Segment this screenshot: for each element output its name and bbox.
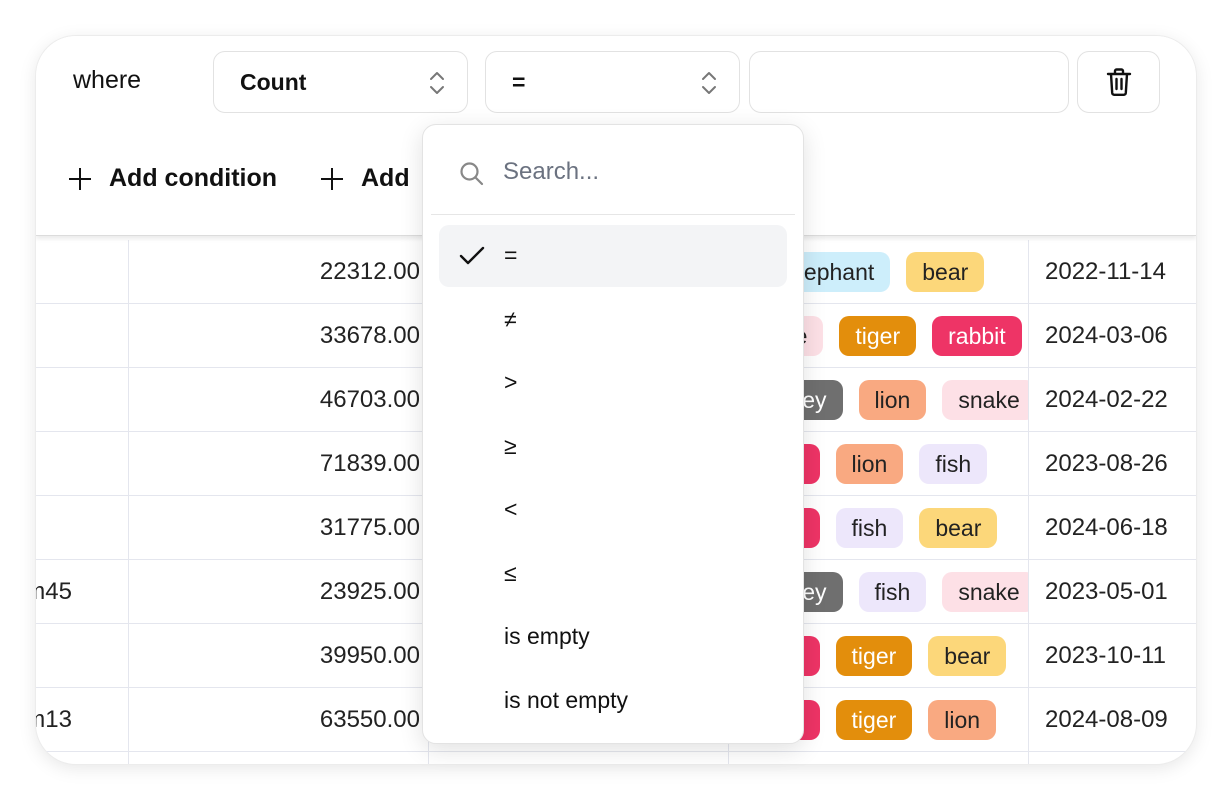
- search-placeholder: Search...: [503, 158, 600, 185]
- search-icon: [460, 162, 484, 186]
- plus-icon: [69, 167, 91, 190]
- operator-option[interactable]: >: [439, 352, 787, 414]
- operator-option[interactable]: =: [439, 225, 787, 287]
- count-cell: 39950.00: [319, 642, 420, 669]
- operator-option-label: ≠: [504, 305, 517, 332]
- tag-chip: snake: [942, 380, 1028, 420]
- tag-chip: tiger: [835, 636, 913, 676]
- date-cell: 2024-02-22: [1045, 386, 1168, 413]
- operator-option[interactable]: ≠: [439, 289, 787, 351]
- count-cell: 63550.00: [319, 706, 420, 733]
- add-group-label: Add: [361, 164, 410, 192]
- tag-chip: fish: [835, 508, 904, 548]
- operator-option[interactable]: <: [439, 479, 787, 541]
- name-cell: [36, 304, 128, 368]
- operator-option[interactable]: ≥: [439, 416, 787, 478]
- tag-chip: bear: [919, 508, 998, 548]
- tag-chip: tiger: [839, 316, 917, 356]
- name-cell: [36, 624, 128, 688]
- tags-cell: [730, 752, 1028, 764]
- operator-select[interactable]: =: [485, 51, 740, 113]
- count-cell: 33678.00: [319, 322, 420, 349]
- tag-chip: lion: [835, 444, 904, 484]
- name-cell: item13: [36, 706, 72, 733]
- date-cell: 2023-05-01: [1045, 578, 1168, 605]
- add-condition-button[interactable]: Add condition: [69, 164, 277, 193]
- date-cell: [1045, 752, 1196, 764]
- operator-option-label: =: [504, 242, 518, 268]
- name-cell: [36, 368, 128, 432]
- tag-chip: lion: [928, 700, 997, 740]
- tag-chip: bear: [906, 252, 985, 292]
- chevron-up-down-icon: [430, 72, 444, 94]
- count-cell: 23925.00: [319, 578, 420, 605]
- dropdown-search[interactable]: Search...: [431, 125, 795, 215]
- tag-chip: fish: [919, 444, 988, 484]
- operator-dropdown: Search... = ≠ > ≥ < ≤ is empty is not empty: [422, 124, 804, 744]
- tag-chip: rabbit: [932, 316, 1022, 356]
- date-cell: 2024-08-09: [1045, 706, 1168, 733]
- add-group-button[interactable]: Add: [321, 164, 410, 193]
- chevron-up-down-icon: [702, 72, 716, 94]
- operator-option-label: ≤: [504, 559, 517, 586]
- operator-option[interactable]: ≤: [439, 543, 787, 605]
- add-condition-label: Add condition: [109, 164, 278, 192]
- where-label: where: [73, 66, 142, 94]
- operator-option-label: ≥: [504, 432, 517, 459]
- date-cell: 2024-06-18: [1045, 514, 1168, 541]
- check-icon: [459, 246, 485, 265]
- name-cell: [36, 240, 128, 304]
- tag-chip: tiger: [835, 700, 913, 740]
- tag-chip: bear: [928, 636, 1007, 676]
- operator-option[interactable]: is not empty: [439, 670, 787, 732]
- field-select[interactable]: Count: [213, 51, 468, 113]
- date-cell: 2024-03-06: [1045, 322, 1168, 349]
- count-cell: 46703.00: [319, 386, 420, 413]
- date-cell: 2022-11-14: [1045, 258, 1166, 285]
- operator-option-label: >: [504, 369, 518, 395]
- operator-select-value: =: [512, 68, 526, 95]
- tag-chip: lion: [858, 380, 927, 420]
- delete-condition-button[interactable]: [1077, 51, 1160, 113]
- name-cell: [36, 496, 128, 560]
- tag-chip: snake: [942, 572, 1028, 612]
- value-input[interactable]: [749, 51, 1069, 113]
- operator-option-label: is not empty: [504, 686, 628, 713]
- count-cell: 71839.00: [319, 450, 420, 477]
- count-cell: 22312.00: [319, 258, 420, 285]
- tag-chip: fish: [858, 572, 927, 612]
- count-cell: 31775.00: [319, 514, 420, 541]
- operator-option-label: is empty: [504, 623, 590, 649]
- operator-option-label: <: [504, 496, 518, 522]
- name-cell: item45: [36, 578, 72, 605]
- trash-icon: [1106, 68, 1131, 97]
- date-cell: 2023-08-26: [1045, 450, 1168, 477]
- field-select-value: Count: [240, 68, 307, 95]
- plus-icon: [321, 167, 343, 190]
- date-cell: 2023-10-11: [1045, 642, 1166, 669]
- operator-option[interactable]: is empty: [439, 606, 787, 668]
- table-row[interactable]: [36, 752, 1196, 764]
- name-cell: [36, 432, 128, 496]
- name-cell: [36, 752, 128, 764]
- count-cell: [130, 752, 420, 764]
